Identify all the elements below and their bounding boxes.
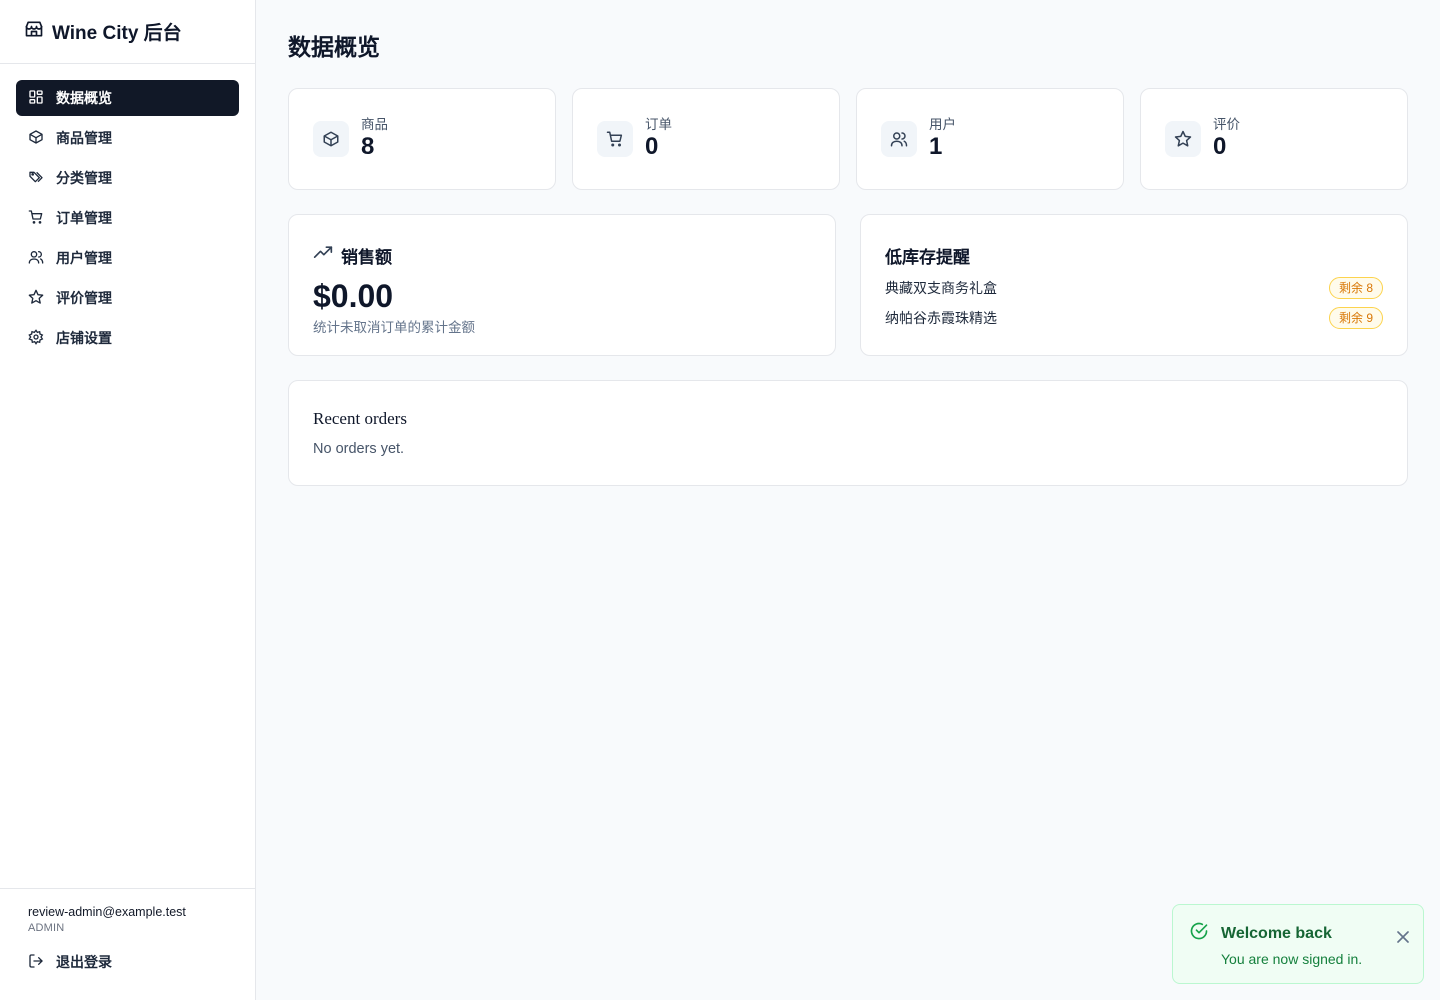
stat-label: 商品 xyxy=(361,117,388,132)
stat-card-products: 商品 8 xyxy=(288,88,556,190)
tags-icon xyxy=(28,169,44,188)
stats-row: 商品 8 订单 0 用户 1 评价 0 xyxy=(288,88,1408,190)
sidebar-item-label: 评价管理 xyxy=(56,290,112,306)
sidebar-item-label: 订单管理 xyxy=(56,210,112,226)
stock-badge: 剩余 8 xyxy=(1328,277,1383,299)
logout-icon xyxy=(28,953,44,972)
page-title: 数据概览 xyxy=(288,34,380,60)
stat-label: 评价 xyxy=(1213,117,1240,132)
sidebar-item-label: 店铺设置 xyxy=(56,330,112,346)
sidebar-item-label: 数据概览 xyxy=(56,90,112,106)
stat-label: 用户 xyxy=(929,117,956,132)
stat-value: 8 xyxy=(361,133,375,160)
stat-value: 0 xyxy=(1213,133,1227,160)
stock-badge: 剩余 9 xyxy=(1328,307,1383,329)
sidebar-item-categories[interactable]: 分类管理 xyxy=(16,160,239,196)
sales-note: 统计未取消订单的累计金额 xyxy=(313,320,475,335)
brand-title: Wine City 后台 xyxy=(52,23,182,44)
mid-row: 销售额 $0.00 统计未取消订单的累计金额 低库存提醒 典藏双支商务礼盒 剩余… xyxy=(288,214,1408,356)
sidebar-item-label: 用户管理 xyxy=(56,250,112,266)
logout-button[interactable]: 退出登录 xyxy=(28,952,227,972)
stat-card-orders: 订单 0 xyxy=(572,88,840,190)
sidebar: Wine City 后台 数据概览 商品管理 分类管理 订单管理 用户管理 评价… xyxy=(0,0,256,1000)
gear-icon xyxy=(28,328,44,348)
logout-label: 退出登录 xyxy=(56,954,112,970)
stat-card-users: 用户 1 xyxy=(856,88,1124,190)
cart-icon xyxy=(28,209,44,228)
stat-card-reviews: 评价 0 xyxy=(1140,88,1408,190)
low-stock-title: 低库存提醒 xyxy=(885,248,970,267)
recent-orders-title: Recent orders xyxy=(313,409,407,428)
toast-message: You are now signed in. xyxy=(1221,951,1363,967)
low-stock-item-name: 典藏双支商务礼盒 xyxy=(885,280,997,296)
trending-up-icon xyxy=(313,243,333,268)
sales-card: 销售额 $0.00 统计未取消订单的累计金额 xyxy=(288,214,836,356)
low-stock-card: 低库存提醒 典藏双支商务礼盒 剩余 8 纳帕谷赤霞珠精选 剩余 9 xyxy=(860,214,1408,356)
user-role: ADMIN xyxy=(28,922,65,934)
box-icon xyxy=(313,121,349,157)
low-stock-item[interactable]: 纳帕谷赤霞珠精选 剩余 9 xyxy=(885,307,1383,329)
stat-value: 1 xyxy=(929,133,943,160)
users-icon xyxy=(28,249,44,268)
sidebar-item-orders[interactable]: 订单管理 xyxy=(16,200,239,236)
toast-notification: Welcome back You are now signed in. xyxy=(1172,904,1424,984)
stat-label: 订单 xyxy=(645,117,672,132)
sales-title: 销售额 xyxy=(341,248,392,267)
sidebar-item-reviews[interactable]: 评价管理 xyxy=(16,280,239,316)
low-stock-item[interactable]: 典藏双支商务礼盒 剩余 8 xyxy=(885,277,1383,299)
sidebar-item-products[interactable]: 商品管理 xyxy=(16,120,239,156)
sales-value: $0.00 xyxy=(313,278,394,314)
stat-value: 0 xyxy=(645,133,659,160)
star-icon xyxy=(1165,121,1201,157)
user-email: review-admin@example.test xyxy=(28,905,186,919)
check-circle-icon xyxy=(1189,921,1209,946)
sidebar-item-users[interactable]: 用户管理 xyxy=(16,240,239,276)
recent-orders-card: Recent orders No orders yet. xyxy=(288,380,1408,486)
toast-title: Welcome back xyxy=(1221,924,1332,942)
recent-orders-empty: No orders yet. xyxy=(313,441,405,457)
cart-icon xyxy=(597,121,633,157)
box-icon xyxy=(28,129,44,148)
sidebar-item-label: 分类管理 xyxy=(56,170,112,186)
sidebar-item-settings[interactable]: 店铺设置 xyxy=(16,320,239,356)
main-content: 数据概览 商品 8 订单 0 用户 1 评价 0 销售额 $0.00 统计未取消… xyxy=(256,0,1440,1000)
store-icon xyxy=(24,19,44,44)
sidebar-item-label: 商品管理 xyxy=(56,130,112,146)
star-icon xyxy=(28,289,44,308)
low-stock-item-name: 纳帕谷赤霞珠精选 xyxy=(885,310,997,326)
sidebar-nav: 数据概览 商品管理 分类管理 订单管理 用户管理 评价管理 店铺设置 xyxy=(0,64,255,376)
brand[interactable]: Wine City 后台 xyxy=(0,0,255,64)
sidebar-item-dashboard[interactable]: 数据概览 xyxy=(16,80,239,116)
close-icon[interactable] xyxy=(1393,927,1409,943)
dashboard-icon xyxy=(28,89,44,108)
sidebar-user-panel: review-admin@example.test ADMIN 退出登录 xyxy=(0,888,255,1000)
users-icon xyxy=(881,121,917,157)
